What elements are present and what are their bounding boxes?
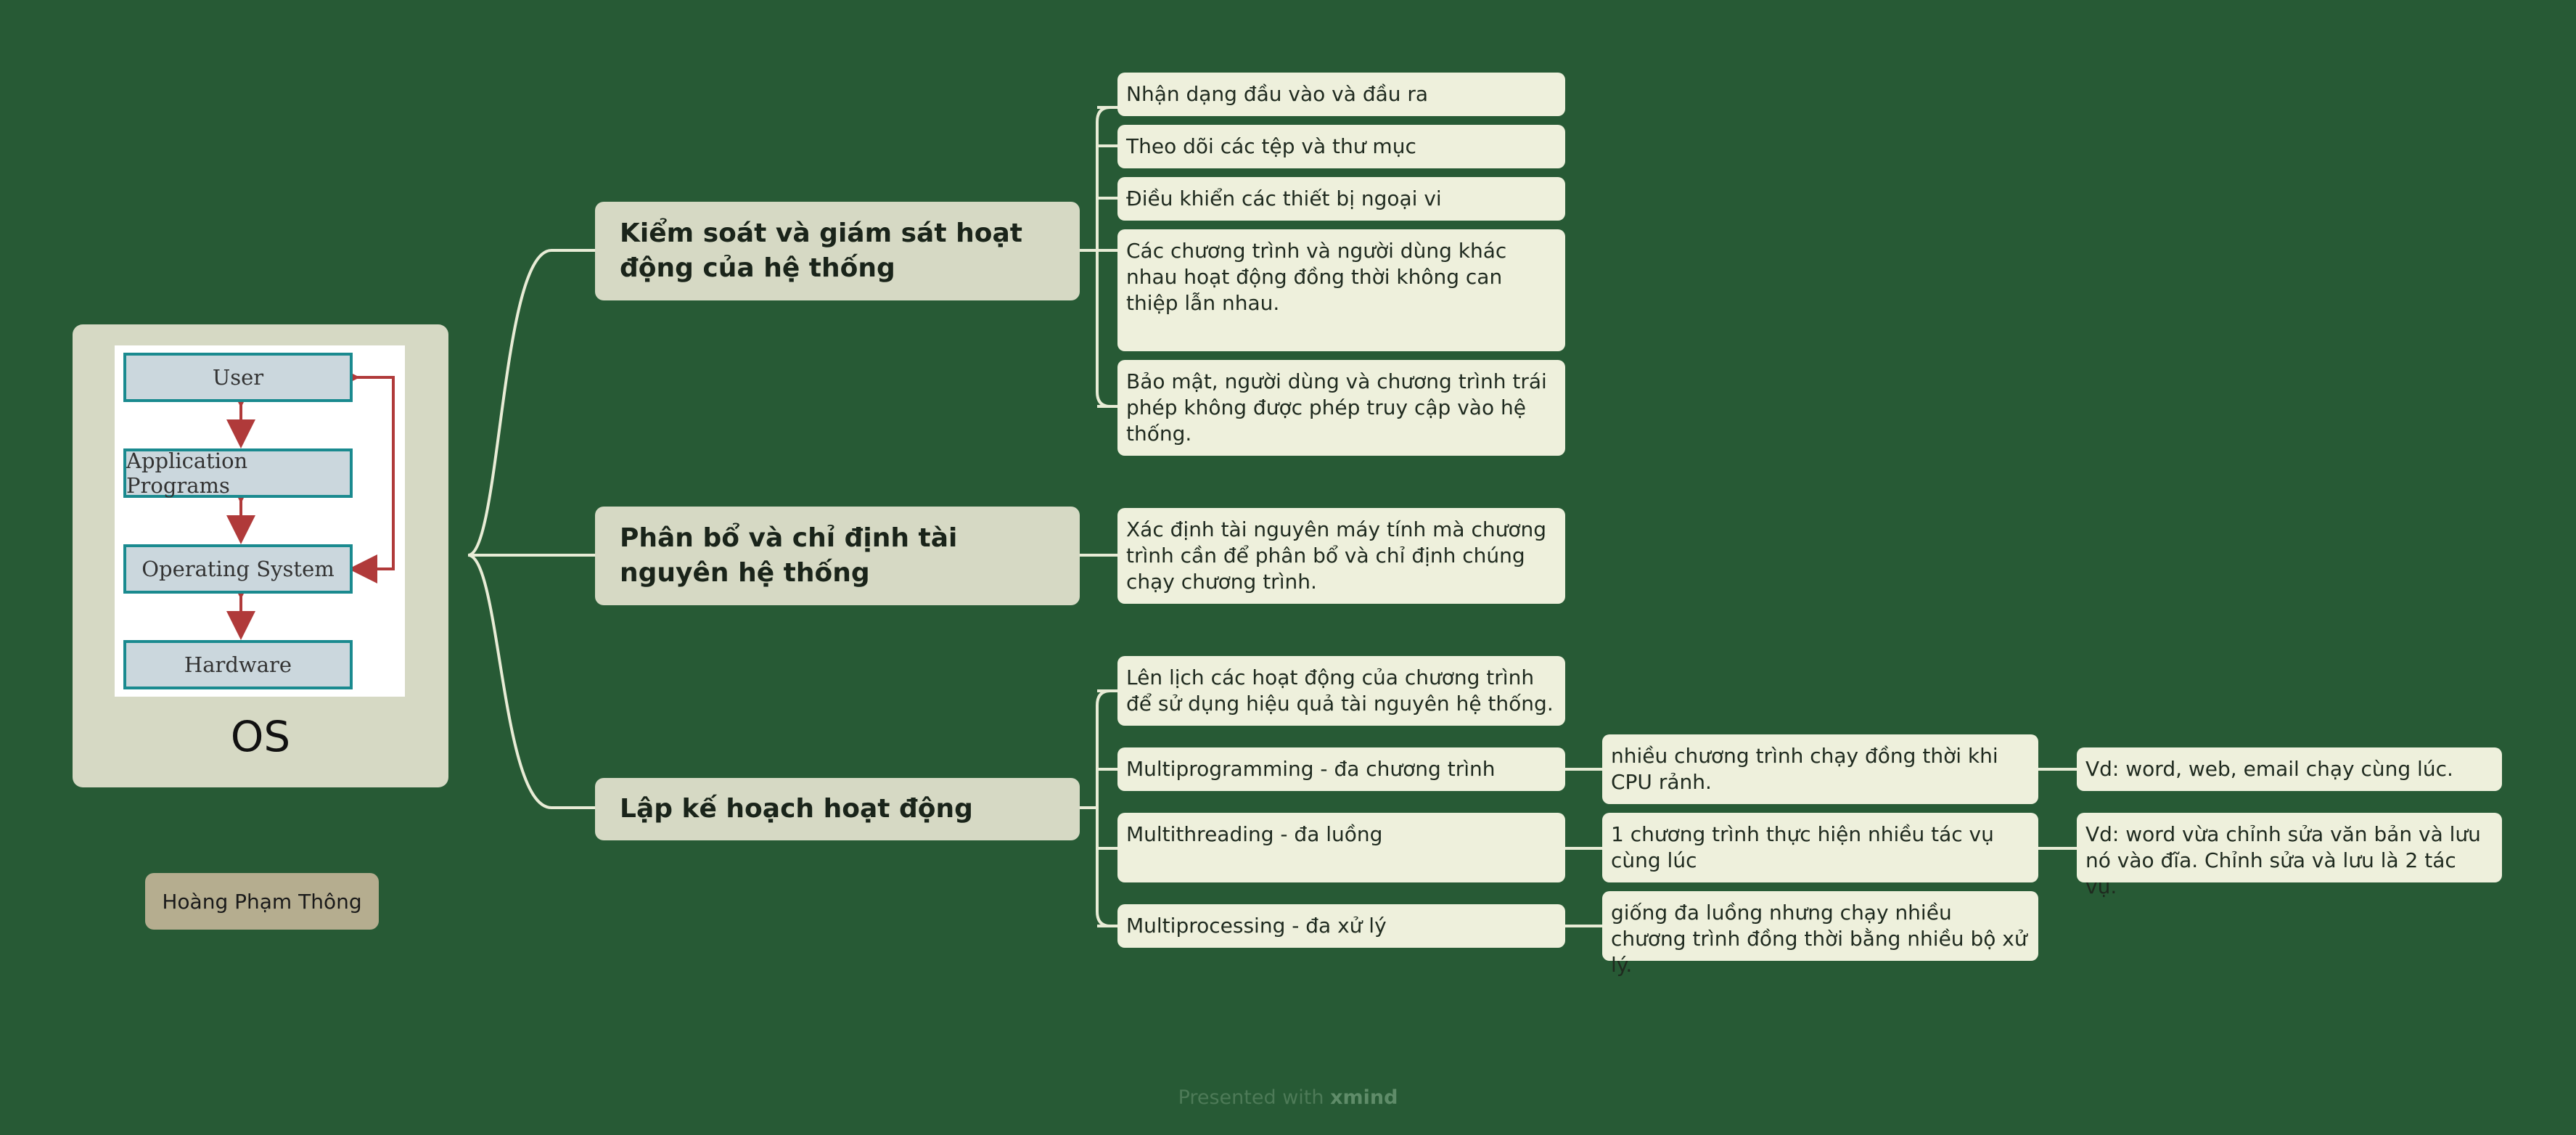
leaf-io-detection[interactable]: Nhận dạng đầu vào và đầu ra [1117,73,1565,116]
connector-root-branch1 [467,249,595,557]
leaf-multiprogramming[interactable]: Multiprogramming - đa chương trình [1117,747,1565,791]
example-multiprogramming[interactable]: Vd: word, web, email chạy cùng lúc. [2077,747,2502,791]
branch-monitor-control[interactable]: Kiểm soát và giám sát hoạt động của hệ t… [595,202,1080,300]
leaf-peripheral-control[interactable]: Điều khiển các thiết bị ngoại vi [1117,177,1565,221]
connector-b1-trunk [1080,106,1111,408]
branch-scheduling[interactable]: Lập kế hoạch hoạt động [595,778,1080,840]
diagram-box-hardware: Hardware [123,640,353,689]
mind-map-canvas: User Application Programs Operating Syst… [0,0,2576,1135]
footer-brand: xmind [1330,1086,1398,1109]
connector-b3-trunk [1080,689,1111,927]
leaf-file-tracking[interactable]: Theo dõi các tệp và thư mục [1117,125,1565,168]
leaf-resource-determination[interactable]: Xác định tài nguyên máy tính mà chương t… [1117,508,1565,604]
example-multithreading[interactable]: Vd: word vừa chỉnh sửa văn bản và lưu nó… [2077,813,2502,898]
detail-multiprocessing[interactable]: giống đa luồng nhưng chạy nhiều chương t… [1602,891,2038,977]
diagram-box-user: User [123,353,353,402]
footer-prefix: Presented with [1178,1086,1324,1109]
connector-root-branch3 [467,554,595,809]
diagram-box-operating-system: Operating System [123,544,353,594]
diagram-box-application-programs: Application Programs [123,448,353,498]
leaf-concurrent-users[interactable]: Các chương trình và người dùng khác nhau… [1117,229,1565,351]
leaf-multiprocessing[interactable]: Multiprocessing - đa xử lý [1117,904,1565,948]
author-topic[interactable]: Hoàng Phạm Thông [145,873,379,930]
leaf-multithreading[interactable]: Multithreading - đa luồng [1117,813,1565,882]
branch-resource-allocation[interactable]: Phân bổ và chỉ định tài nguyên hệ thống [595,507,1080,605]
footer-credit: Presented with xmind [0,1086,2576,1109]
os-layer-diagram: User Application Programs Operating Syst… [115,345,405,697]
leaf-security[interactable]: Bảo mật, người dùng và chương trình trái… [1117,360,1565,456]
detail-multiprogramming[interactable]: nhiều chương trình chạy đồng thời khi CP… [1602,734,2038,804]
leaf-scheduling-efficiency[interactable]: Lên lịch các hoạt động của chương trình … [1117,656,1565,726]
detail-multithreading[interactable]: 1 chương trình thực hiện nhiều tác vụ cù… [1602,813,2038,882]
root-title: OS [230,712,291,761]
